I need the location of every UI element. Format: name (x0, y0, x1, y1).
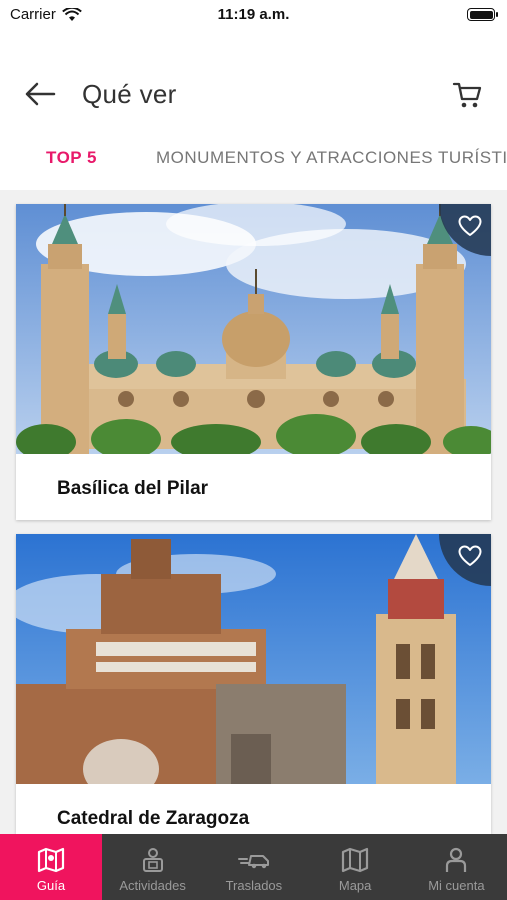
nav-mi-cuenta[interactable]: Mi cuenta (406, 834, 507, 900)
nav-label: Mapa (338, 878, 372, 893)
status-bar: Carrier 11:19 a.m. (0, 0, 507, 32)
page-title: Qué ver (82, 79, 177, 109)
nav-traslados[interactable]: Traslados (203, 834, 304, 900)
attraction-card[interactable]: Catedral de Zaragoza (16, 534, 491, 834)
basilica-photo (16, 204, 491, 454)
battery-icon (467, 8, 498, 21)
cathedral-photo (16, 534, 491, 784)
attraction-name: Catedral de Zaragoza (57, 808, 250, 829)
attraction-name: Basílica del Pilar (57, 478, 209, 499)
nav-actividades[interactable]: Actividades (102, 834, 203, 900)
nav-label: Mi cuenta (428, 878, 485, 893)
cart-icon (452, 82, 482, 108)
user-icon (446, 847, 467, 872)
nav-mapa[interactable]: Mapa (305, 834, 406, 900)
arrow-left-icon (25, 82, 56, 106)
nav-guia[interactable]: Guía (0, 834, 102, 900)
nav-label: Actividades (119, 878, 186, 893)
attraction-card[interactable]: Basílica del Pilar (16, 204, 491, 520)
back-button[interactable] (20, 74, 60, 114)
folded-map-icon (342, 847, 369, 873)
bottom-nav: Guía Actividades Traslados Mapa Mi cuent… (0, 834, 507, 900)
category-tabs: TOP 5 MONUMENTOS Y ATRACCIONES TURÍSTICA… (0, 142, 507, 190)
person-ticket-icon (142, 848, 163, 872)
cart-button[interactable] (448, 76, 486, 114)
heart-icon (458, 215, 482, 236)
clock: 11:19 a.m. (217, 6, 290, 23)
app-header: Qué ver (0, 32, 507, 142)
tab-top5[interactable]: TOP 5 (46, 148, 97, 168)
nav-label: Guía (36, 878, 66, 893)
nav-label: Traslados (225, 878, 283, 893)
car-icon (237, 855, 269, 869)
map-icon (37, 847, 65, 873)
tab-monumentos[interactable]: MONUMENTOS Y ATRACCIONES TURÍSTICAS (156, 148, 507, 168)
heart-icon (458, 545, 482, 566)
